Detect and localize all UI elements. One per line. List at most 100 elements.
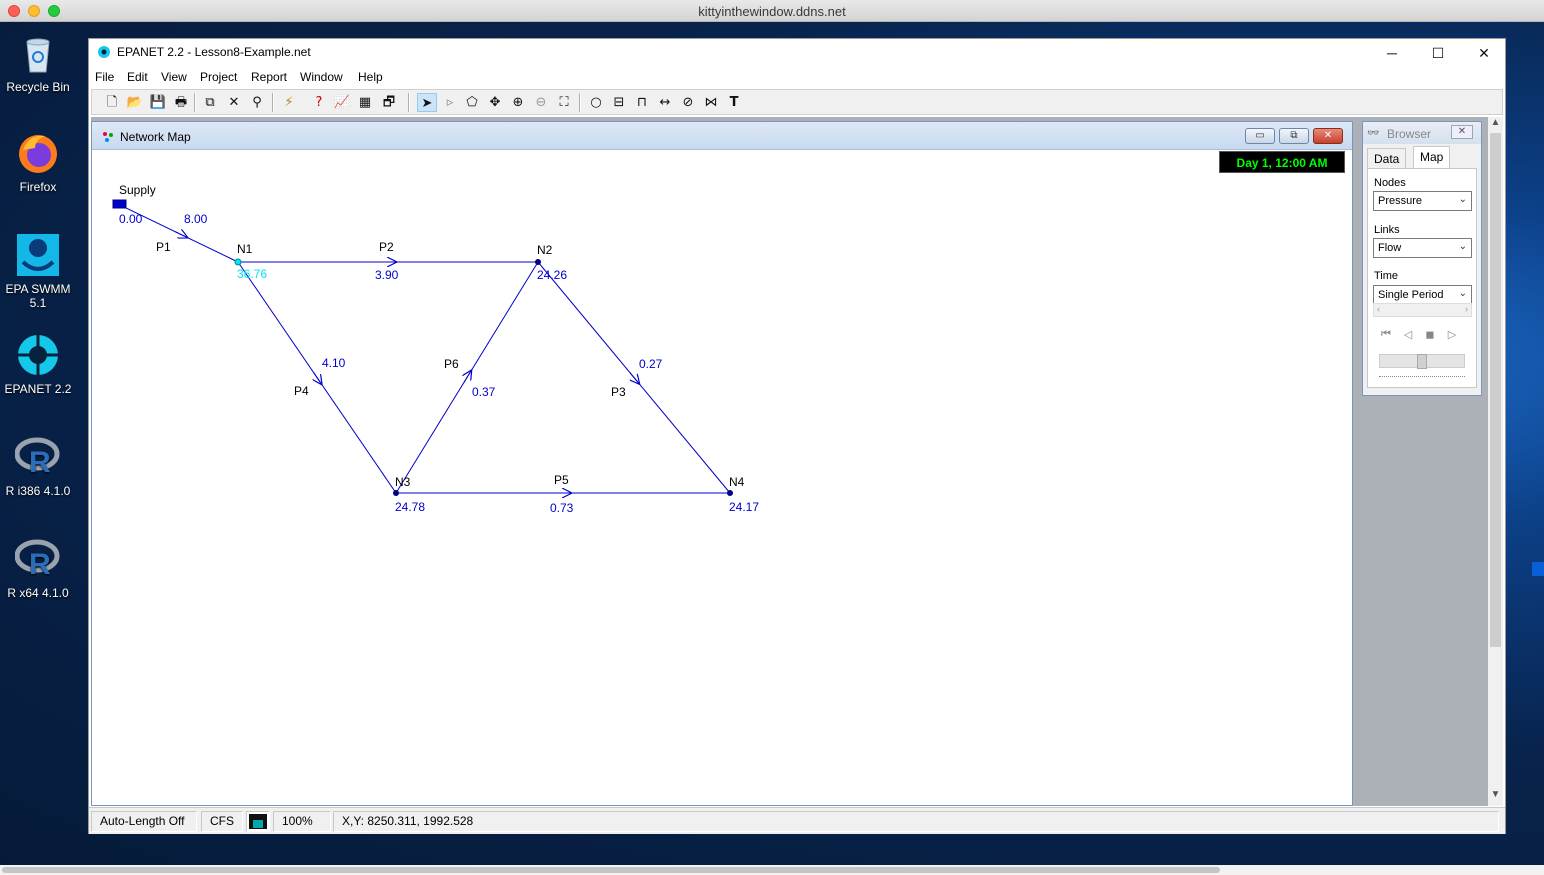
- minimize-button[interactable]: ─: [1369, 39, 1415, 67]
- pan-icon[interactable]: ✥: [485, 93, 505, 112]
- workspace-vertical-scrollbar[interactable]: ▲ ▼: [1488, 117, 1503, 806]
- pipe-flow-value-p2: 3.90: [375, 268, 399, 282]
- browser-close-button[interactable]: ✕: [1451, 125, 1473, 139]
- toolbar-separator: [194, 93, 196, 112]
- add-reservoir-icon[interactable]: ⊟: [609, 93, 629, 112]
- epanet-window: EPANET 2.2 - Lesson8-Example.net ─ ☐ ✕ F…: [88, 38, 1506, 834]
- menu-file[interactable]: File: [95, 70, 114, 84]
- find-icon[interactable]: ⚲: [247, 93, 267, 112]
- scroll-thumb[interactable]: [1490, 133, 1501, 647]
- maximize-button[interactable]: ☐: [1415, 39, 1461, 67]
- add-tank-icon[interactable]: ⊓: [632, 93, 652, 112]
- desktop-icon-recycle-bin[interactable]: Recycle Bin: [2, 30, 74, 94]
- pipe-label-p2: P2: [379, 240, 394, 254]
- save-icon[interactable]: 💾: [148, 93, 168, 112]
- add-pipe-icon[interactable]: ↔: [655, 93, 675, 112]
- slider-ticks: [1379, 373, 1465, 377]
- pipe-label-p3: P3: [611, 385, 626, 399]
- copy-icon[interactable]: ⧉: [200, 93, 220, 112]
- add-pump-icon[interactable]: ⊘: [678, 93, 698, 112]
- delete-icon[interactable]: ✕: [224, 93, 244, 112]
- desktop-icon-r-i386[interactable]: R R i386 4.1.0: [2, 434, 74, 498]
- node-label-n1: N1: [237, 242, 253, 256]
- taskbar-edge: [1532, 562, 1544, 576]
- forward-icon[interactable]: ▷: [1444, 328, 1460, 344]
- map-restore-button[interactable]: ⧉: [1279, 128, 1309, 144]
- pipe-flow-value-p4: 4.10: [322, 356, 346, 370]
- pipe-label-p5: P5: [554, 473, 569, 487]
- slider-knob[interactable]: [1417, 354, 1427, 369]
- query-icon[interactable]: ?: [309, 93, 329, 112]
- chevron-down-icon: ⌄: [1458, 194, 1467, 205]
- junction-n2[interactable]: [535, 259, 541, 265]
- graph-icon[interactable]: 📈: [332, 93, 352, 112]
- desktop-icon-epanet[interactable]: EPANET 2.2: [2, 332, 74, 396]
- menu-view[interactable]: View: [161, 70, 187, 84]
- desktop-icon-label: EPA SWMM 5.1: [5, 282, 71, 310]
- chevron-up-icon[interactable]: ▲: [1488, 117, 1503, 132]
- table-icon[interactable]: ▦: [355, 93, 375, 112]
- junction-n3[interactable]: [393, 490, 399, 496]
- menu-project[interactable]: Project: [200, 70, 237, 84]
- network-map-window: Network Map ▭ ⧉ ✕ P1 8.00 P2 3.90 P4 4.10 P6 0.…: [91, 121, 1353, 806]
- time-scrollbar[interactable]: ‹ ›: [1373, 303, 1472, 317]
- add-valve-icon[interactable]: ⋈: [701, 93, 721, 112]
- nodes-label: Nodes: [1374, 177, 1406, 189]
- junction-n4[interactable]: [727, 490, 733, 496]
- scroll-thumb[interactable]: [2, 867, 1220, 873]
- desktop-icon-label: EPANET 2.2: [4, 382, 72, 396]
- xy-coordinate-status: X,Y: 8250.311, 1992.528: [333, 811, 1499, 832]
- select-object-icon[interactable]: ➤: [417, 93, 437, 112]
- close-button[interactable]: ✕: [1461, 39, 1507, 67]
- zoom-out-icon[interactable]: ⊖: [531, 93, 551, 112]
- desktop-icon-label: R i386 4.1.0: [5, 484, 71, 498]
- auto-length-status[interactable]: Auto-Length Off: [91, 811, 197, 832]
- add-label-icon[interactable]: T: [724, 93, 744, 112]
- chevron-down-icon: ⌄: [1458, 241, 1467, 252]
- menu-window[interactable]: Window: [300, 70, 343, 84]
- stop-icon[interactable]: ◼: [1422, 328, 1438, 344]
- full-extent-icon[interactable]: ⛶: [554, 93, 574, 112]
- desktop-icon-firefox[interactable]: Firefox: [2, 130, 74, 194]
- new-file-icon[interactable]: 🗋: [102, 93, 122, 112]
- menu-report[interactable]: Report: [251, 70, 287, 84]
- select-region-icon[interactable]: ⬠: [462, 93, 482, 112]
- menu-edit[interactable]: Edit: [127, 70, 148, 84]
- animation-speed-slider[interactable]: [1379, 354, 1465, 369]
- links-select[interactable]: Flow ⌄: [1373, 238, 1472, 258]
- select-vertex-icon[interactable]: ▹: [440, 93, 460, 112]
- back-icon[interactable]: ◁: [1400, 328, 1416, 344]
- tab-map[interactable]: Map: [1413, 146, 1451, 169]
- nodes-select[interactable]: Pressure ⌄: [1373, 191, 1472, 211]
- mac-horizontal-scrollbar[interactable]: [0, 865, 1544, 875]
- run-status-icon: [246, 811, 270, 832]
- junction-n1[interactable]: [234, 258, 242, 266]
- pipe-label-p1: P1: [156, 240, 171, 254]
- menu-help[interactable]: Help: [358, 70, 383, 84]
- reservoir-supply[interactable]: [112, 199, 127, 209]
- zoom-in-icon[interactable]: ⊕: [508, 93, 528, 112]
- add-junction-icon[interactable]: ○: [586, 93, 606, 112]
- node-label-supply: Supply: [119, 183, 156, 197]
- mac-window-title: kittyinthewindow.ddns.net: [698, 4, 846, 19]
- map-close-button[interactable]: ✕: [1313, 128, 1343, 144]
- open-folder-icon[interactable]: 📂: [125, 93, 145, 112]
- desktop-icon-epa-swmm[interactable]: EPA SWMM 5.1: [2, 232, 74, 310]
- map-minimize-button[interactable]: ▭: [1245, 128, 1275, 144]
- run-analysis-icon[interactable]: ⚡: [279, 93, 299, 112]
- mac-title-bar: kittyinthewindow.ddns.net: [0, 0, 1544, 22]
- toolbar-separator: [272, 93, 274, 112]
- network-diagram[interactable]: P1 8.00 P2 3.90 P4 4.10 P6 0.37 P3 0.27 P5 0.73 Supp…: [98, 150, 1346, 801]
- desktop-icon-r-x64[interactable]: R R x64 4.1.0: [2, 536, 74, 600]
- tab-data[interactable]: Data: [1367, 148, 1407, 168]
- map-canvas[interactable]: P1 8.00 P2 3.90 P4 4.10 P6 0.37 P3 0.27 P5 0.73 Supp…: [98, 150, 1346, 801]
- time-select[interactable]: Single Period ⌄: [1373, 285, 1472, 305]
- desktop-icon-label: Recycle Bin: [6, 80, 70, 94]
- chevron-down-icon[interactable]: ▼: [1488, 789, 1503, 804]
- print-icon[interactable]: 🖶: [171, 93, 191, 112]
- links-select-value: Flow: [1378, 242, 1402, 254]
- rewind-icon[interactable]: ⏮: [1378, 328, 1394, 344]
- options-icon[interactable]: 🗗: [379, 93, 399, 112]
- app-title: EPANET 2.2 - Lesson8-Example.net: [117, 45, 311, 59]
- links-label: Links: [1374, 224, 1400, 236]
